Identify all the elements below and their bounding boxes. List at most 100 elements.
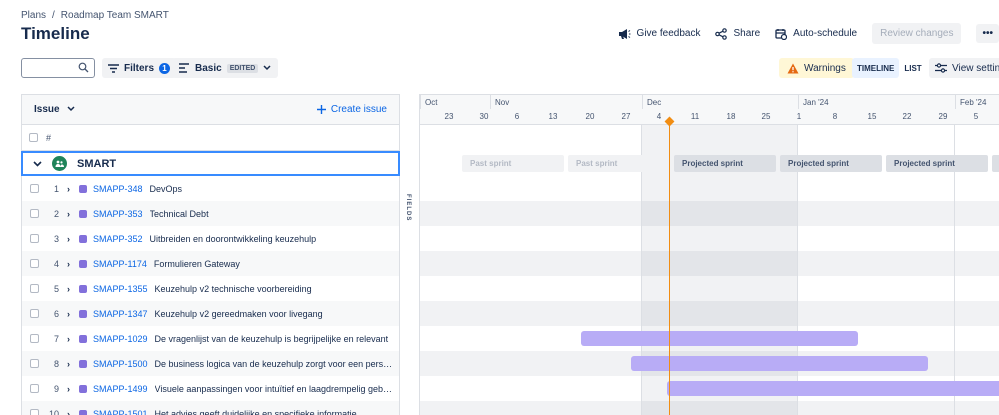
expand-chevron-icon[interactable]: › (67, 284, 77, 294)
issue-key-link[interactable]: SMAPP-1029 (93, 334, 148, 344)
issue-row[interactable]: 6 › SMAPP-1347 Keuzehulp v2 gereedmaken voo… (22, 301, 399, 326)
row-checkbox[interactable] (30, 209, 39, 218)
create-issue-button[interactable]: Create issue (316, 104, 387, 115)
expand-chevron-icon[interactable]: › (67, 384, 77, 394)
expand-chevron-icon[interactable]: › (67, 359, 77, 369)
schedule-bar[interactable] (581, 331, 858, 346)
review-changes-button[interactable]: Review changes (872, 23, 962, 44)
breadcrumb-plans[interactable]: Plans (21, 10, 46, 21)
warnings-button[interactable]: Warnings (779, 58, 854, 78)
issue-row[interactable]: 8 › SMAPP-1500 De business logica van de ke… (22, 351, 399, 376)
issue-row[interactable]: 2 › SMAPP-353 Technical Debt (22, 201, 399, 226)
row-number: 6 (53, 308, 59, 319)
week-label: 25 (761, 112, 771, 121)
collapse-chevron-icon[interactable] (33, 160, 42, 167)
month-divider (955, 95, 956, 109)
tab-list[interactable]: LIST (899, 58, 926, 78)
view-settings-button[interactable]: View settings (929, 58, 999, 78)
expand-chevron-icon[interactable]: › (67, 259, 77, 269)
issue-header-label: Issue (34, 104, 60, 115)
expand-chevron-icon[interactable]: › (67, 184, 77, 194)
week-label: 30 (479, 112, 489, 121)
issue-key-link[interactable]: SMAPP-1355 (93, 284, 148, 294)
schedule-bar[interactable] (631, 356, 928, 371)
issue-key-link[interactable]: SMAPP-1174 (93, 259, 147, 269)
filters-button[interactable]: Filters 1 (102, 58, 177, 78)
issue-row[interactable]: 5 › SMAPP-1355 Keuzehulp v2 technische voor… (22, 276, 399, 301)
plus-icon (316, 105, 326, 114)
issue-key-link[interactable]: SMAPP-1347 (93, 309, 148, 319)
expand-chevron-icon[interactable]: › (67, 309, 77, 319)
month-label: Feb '24 (960, 98, 987, 107)
past-sprint[interactable]: Past sprint (462, 155, 564, 172)
row-checkbox[interactable] (30, 409, 39, 415)
issue-row[interactable]: 1 › SMAPP-348 DevOps (22, 176, 399, 201)
projected-sprint[interactable]: Projected sprint (886, 155, 988, 172)
week-label: 13 (548, 112, 558, 121)
expand-chevron-icon[interactable]: › (67, 234, 77, 244)
epic-icon (79, 209, 87, 218)
row-checkbox[interactable] (30, 184, 39, 193)
sprint-row: Past sprint Past sprint Projected sprint Pr… (420, 151, 999, 176)
issue-row[interactable]: 7 › SMAPP-1029 De vragenlijst van de keuzeh… (22, 326, 399, 351)
issue-title: Technical Debt (149, 208, 209, 219)
row-checkbox[interactable] (30, 334, 39, 343)
group-row-smart[interactable]: SMART (21, 151, 400, 176)
issue-key-link[interactable]: SMAPP-352 (93, 234, 143, 244)
issue-title: Formulieren Gateway (153, 258, 240, 269)
month-label: Jan '24 (803, 98, 829, 107)
issue-title: DevOps (149, 183, 183, 194)
issue-title: Keuzehulp v2 technische voorbereiding (154, 283, 312, 294)
row-number: 7 (53, 333, 59, 344)
breadcrumb: Plans / Roadmap Team SMART (21, 10, 169, 21)
edited-tag: EDITED (226, 63, 259, 73)
issue-key-link[interactable]: SMAPP-348 (93, 184, 143, 194)
week-label: 22 (902, 112, 912, 121)
projected-sprint[interactable]: Projected sprint (780, 155, 882, 172)
row-checkbox[interactable] (30, 359, 39, 368)
row-checkbox[interactable] (30, 259, 39, 268)
warnings-label: Warnings (804, 62, 846, 74)
issue-key-link[interactable]: SMAPP-1500 (93, 359, 148, 369)
row-checkbox[interactable] (30, 384, 39, 393)
expand-chevron-icon[interactable]: › (67, 334, 77, 344)
projected-sprint[interactable]: Projected sprint (674, 155, 776, 172)
search-icon (78, 62, 89, 73)
month-label: Oct (425, 98, 438, 107)
issue-key-link[interactable]: SMAPP-353 (93, 209, 143, 219)
more-actions-button[interactable]: ••• (976, 24, 999, 43)
row-checkbox[interactable] (30, 309, 39, 318)
projected-sprint[interactable] (992, 155, 999, 172)
issue-row[interactable]: 9 › SMAPP-1499 Visuele aanpassingen voor in… (22, 376, 399, 401)
give-feedback-label: Give feedback (636, 28, 701, 39)
expand-chevron-icon[interactable]: › (67, 209, 77, 219)
issue-key-link[interactable]: SMAPP-1499 (93, 384, 148, 394)
issue-sort-dropdown[interactable]: Issue (34, 104, 75, 115)
search-input[interactable] (21, 58, 95, 78)
auto-schedule-button[interactable]: Auto-schedule (775, 28, 857, 40)
share-icon (715, 27, 728, 40)
issue-title: De vragenlijst van de keuzehulp is begri… (154, 333, 389, 344)
breadcrumb-current[interactable]: Roadmap Team SMART (61, 10, 169, 21)
past-sprint[interactable]: Past sprint (568, 155, 670, 172)
row-checkbox[interactable] (30, 284, 39, 293)
issue-title: Visuele aanpassingen voor intuïtief en l… (154, 383, 398, 394)
row-checkbox[interactable] (30, 234, 39, 243)
schedule-bar[interactable] (667, 381, 999, 396)
view-preset-dropdown[interactable]: Basic EDITED (172, 58, 279, 78)
team-icon (52, 156, 67, 171)
tab-timeline[interactable]: TIMELINE (852, 58, 900, 78)
issue-column-header: Issue Create issue (21, 94, 400, 125)
week-label: 8 (832, 112, 838, 121)
give-feedback-button[interactable]: Give feedback (618, 28, 701, 40)
select-all-checkbox[interactable] (29, 133, 38, 142)
expand-chevron-icon[interactable]: › (67, 409, 77, 415)
share-button[interactable]: Share (715, 27, 760, 40)
fields-column[interactable]: FIELDS (400, 94, 420, 415)
issue-title: Het advies geeft duidelijke en specifiek… (154, 408, 357, 415)
issue-key-link[interactable]: SMAPP-1501 (93, 409, 148, 415)
issue-row[interactable]: 4 › SMAPP-1174 Formulieren Gateway (22, 251, 399, 276)
issue-row[interactable]: 10 › SMAPP-1501 Het advies geeft duidelijke… (22, 401, 399, 415)
issue-row[interactable]: 3 › SMAPP-352 Uitbreiden en doorontwikkelin… (22, 226, 399, 251)
week-label: 20 (585, 112, 595, 121)
